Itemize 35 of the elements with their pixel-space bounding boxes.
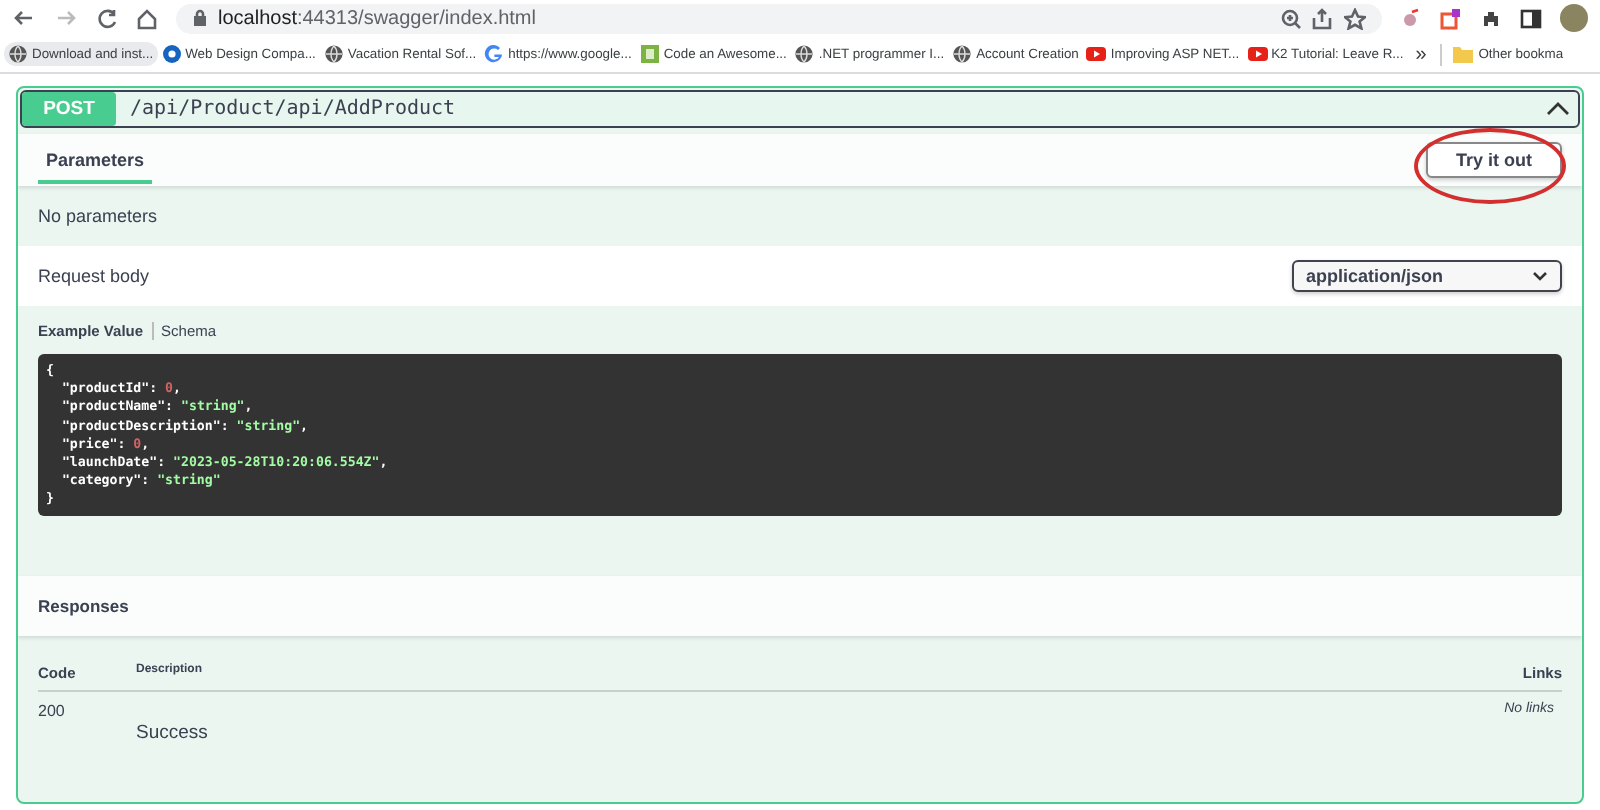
lock-icon — [192, 8, 208, 28]
response-description: Success — [136, 721, 208, 744]
share-icon[interactable] — [1312, 7, 1334, 29]
folder-icon — [1452, 44, 1475, 64]
content-type-select[interactable]: application/json — [1292, 260, 1562, 292]
zoom-icon[interactable] — [1280, 7, 1302, 29]
video-icon — [1247, 44, 1268, 64]
more-bookmarks[interactable]: » — [1407, 43, 1435, 65]
globe-icon — [794, 44, 815, 64]
address-bar[interactable]: localhost:44313/swagger/index.html — [176, 3, 1382, 33]
chevron-icon[interactable] — [1546, 100, 1570, 118]
parameters-tab[interactable]: Parameters — [38, 137, 153, 183]
globe-icon — [8, 44, 28, 64]
back-icon[interactable] — [12, 8, 36, 28]
avatar-icon[interactable] — [1560, 4, 1588, 32]
star-icon[interactable] — [1344, 7, 1366, 29]
request-body-label: Request body — [38, 266, 150, 286]
google-icon — [484, 44, 505, 64]
try-it-out-button[interactable]: Try it out — [1426, 142, 1562, 178]
side-panel-icon[interactable] — [1520, 7, 1542, 29]
endpoint-path: /api/Product/api/AddProduct — [128, 98, 458, 120]
page-icon — [639, 44, 660, 64]
status-code: 200 — [38, 701, 67, 724]
no-parameters-text: No parameters — [38, 206, 158, 226]
operation-header[interactable]: POST /api/Product/api/AddProduct — [20, 90, 1580, 128]
disc-icon — [161, 44, 182, 64]
globe-icon — [323, 44, 344, 64]
responses-heading: Responses — [18, 575, 1582, 636]
video-icon — [1086, 44, 1107, 64]
home-icon[interactable] — [136, 7, 158, 29]
method-badge: POST — [22, 92, 116, 126]
reload-icon[interactable] — [96, 7, 118, 29]
caret-icon — [1532, 270, 1548, 282]
globe-icon — [952, 44, 973, 64]
url-text: localhost:44313/swagger/index.html — [218, 7, 536, 29]
